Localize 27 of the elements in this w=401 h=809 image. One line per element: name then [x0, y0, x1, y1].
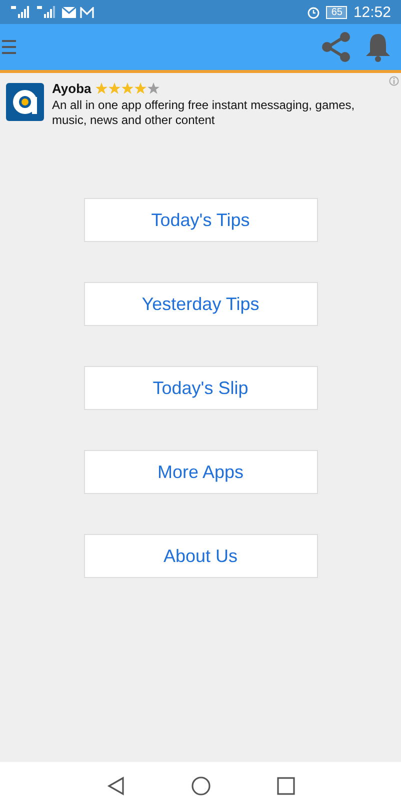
- menu-button[interactable]: Today's Slip: [84, 366, 318, 410]
- gmail-icon: [80, 6, 94, 18]
- app-name: Ayoba: [52, 81, 92, 96]
- signal-icon: [36, 6, 58, 18]
- clock-time: 12:52: [353, 4, 391, 20]
- battery-level: 65: [326, 6, 348, 18]
- back-icon[interactable]: [106, 776, 124, 796]
- info-icon[interactable]: [389, 76, 399, 86]
- share-icon[interactable]: [319, 30, 353, 64]
- notification-bell-icon[interactable]: [365, 32, 391, 62]
- alarm-icon: [307, 6, 320, 18]
- menu-button[interactable]: About Us: [84, 534, 318, 578]
- app-logo-icon: [6, 83, 44, 121]
- signal-icon: [10, 6, 32, 18]
- star-icon: [121, 82, 134, 95]
- recents-icon[interactable]: [276, 776, 294, 794]
- home-icon[interactable]: [190, 776, 210, 796]
- menu-icon[interactable]: [2, 38, 16, 56]
- menu-button[interactable]: Yesterday Tips: [84, 282, 318, 326]
- menu-button[interactable]: Today's Tips: [84, 198, 318, 242]
- star-icon: [147, 82, 160, 95]
- mail-icon: [62, 6, 76, 18]
- menu-button[interactable]: More Apps: [84, 450, 318, 494]
- app-description: An all in one app offering free instant messaging, games, music, news and other content: [52, 98, 356, 128]
- star-icon: [134, 82, 148, 95]
- star-icon: [95, 82, 108, 95]
- star-icon: [108, 82, 122, 95]
